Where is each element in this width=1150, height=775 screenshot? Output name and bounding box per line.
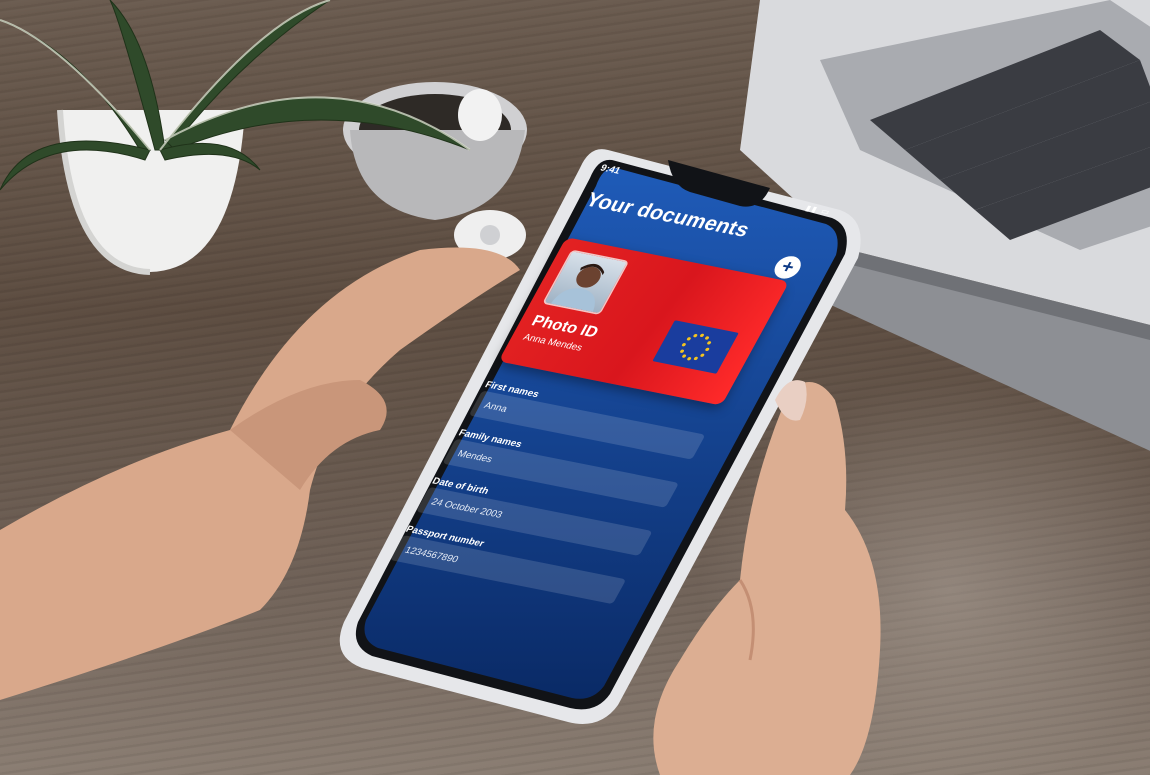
screen-title: Your documents: [581, 187, 755, 242]
status-icons: ▮▮ ▭: [803, 204, 833, 218]
photo-scene: 9:41 ▮▮ ▭ Your documents + Photo ID Anna…: [0, 0, 1150, 775]
add-document-button[interactable]: +: [769, 254, 806, 281]
right-hand: [653, 380, 881, 775]
status-time: 9:41: [598, 162, 623, 177]
id-photo: [542, 249, 630, 316]
